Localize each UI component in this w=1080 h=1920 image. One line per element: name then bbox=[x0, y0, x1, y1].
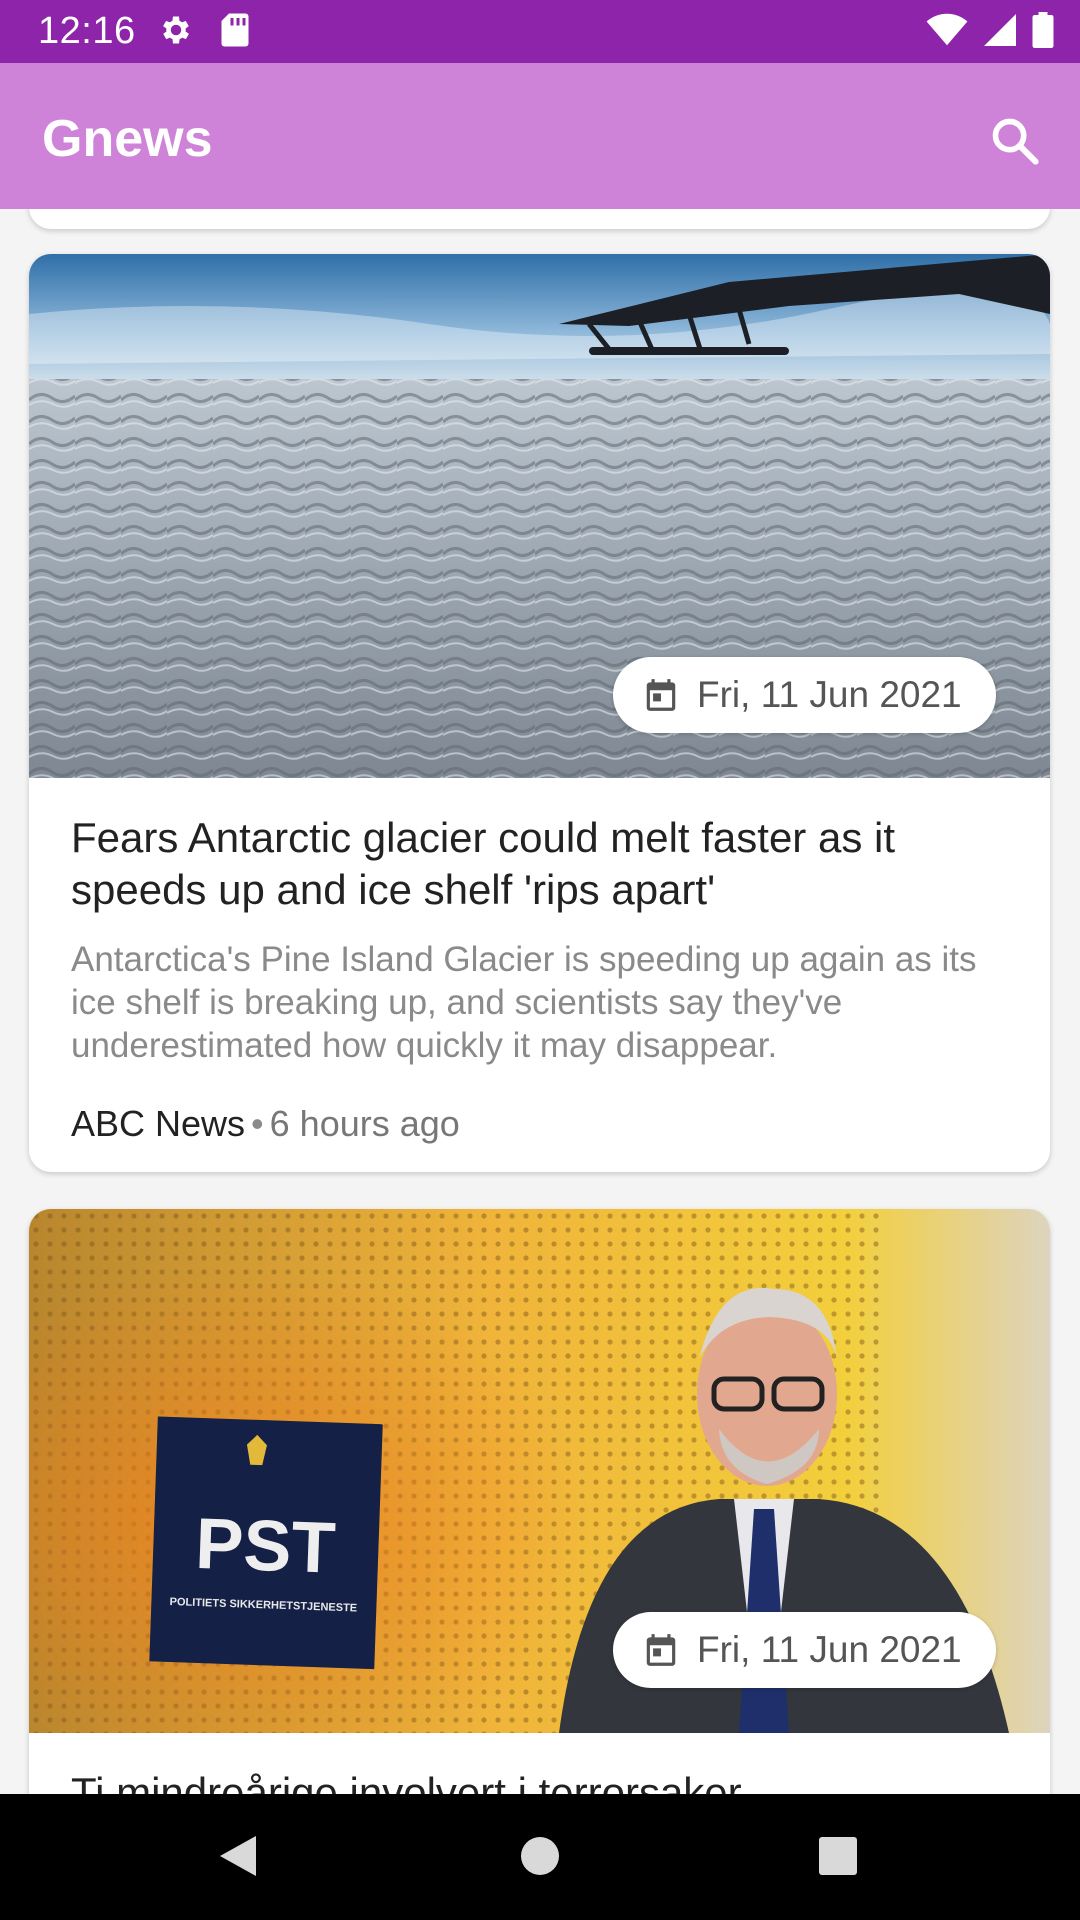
article-image[interactable]: Fri, 11 Jun 2021 bbox=[29, 254, 1050, 778]
previous-card-edge[interactable] bbox=[29, 209, 1050, 229]
status-time: 12:16 bbox=[38, 10, 136, 52]
article-description: Antarctica's Pine Island Glacier is spee… bbox=[71, 940, 977, 1065]
article-title[interactable]: Ti mindreårige involvert i terrorsaker bbox=[71, 1767, 1008, 1794]
home-icon[interactable] bbox=[519, 1832, 561, 1880]
battery-icon bbox=[1032, 12, 1054, 48]
article-image[interactable]: PST POLITIETS SIKKERHETSTJENESTE Fri, 11… bbox=[29, 1209, 1050, 1733]
news-feed[interactable]: Fri, 11 Jun 2021 Fears Antarctic glacier… bbox=[0, 209, 1080, 1794]
news-card[interactable]: PST POLITIETS SIKKERHETSTJENESTE Fri, 11… bbox=[29, 1209, 1050, 1794]
navigation-bar bbox=[0, 1794, 1080, 1920]
meta-separator: • bbox=[251, 1103, 264, 1144]
status-icons-left bbox=[158, 12, 250, 48]
date-chip: Fri, 11 Jun 2021 bbox=[613, 657, 996, 733]
recents-icon[interactable] bbox=[818, 1832, 858, 1880]
article-meta: ABC News • 6 hours ago bbox=[71, 1103, 1008, 1145]
gear-icon bbox=[163, 16, 189, 44]
calendar-icon bbox=[646, 679, 676, 711]
pst-sign-text: PST bbox=[194, 1504, 337, 1589]
article-date: Fri, 11 Jun 2021 bbox=[697, 674, 962, 715]
wifi-icon bbox=[926, 13, 968, 46]
news-card[interactable]: Fri, 11 Jun 2021 Fears Antarctic glacier… bbox=[29, 254, 1050, 1172]
sd-card-icon bbox=[221, 13, 249, 47]
article-source: ABC News bbox=[71, 1103, 246, 1144]
back-icon[interactable] bbox=[216, 1832, 260, 1880]
article-title[interactable]: Fears Antarctic glacier could melt faste… bbox=[71, 812, 1008, 916]
calendar-icon bbox=[646, 1634, 676, 1666]
article-time-ago: 6 hours ago bbox=[269, 1103, 460, 1144]
signal-icon bbox=[984, 14, 1016, 46]
search-button[interactable] bbox=[978, 104, 1052, 178]
search-icon[interactable] bbox=[989, 115, 1041, 167]
status-icons-right bbox=[926, 12, 1054, 48]
app-title: Gnews bbox=[42, 110, 213, 168]
status-bar: 12:16 bbox=[0, 0, 1080, 63]
app-bar: Gnews bbox=[0, 63, 1080, 209]
article-date: Fri, 11 Jun 2021 bbox=[697, 1629, 962, 1670]
date-chip: Fri, 11 Jun 2021 bbox=[613, 1612, 996, 1688]
